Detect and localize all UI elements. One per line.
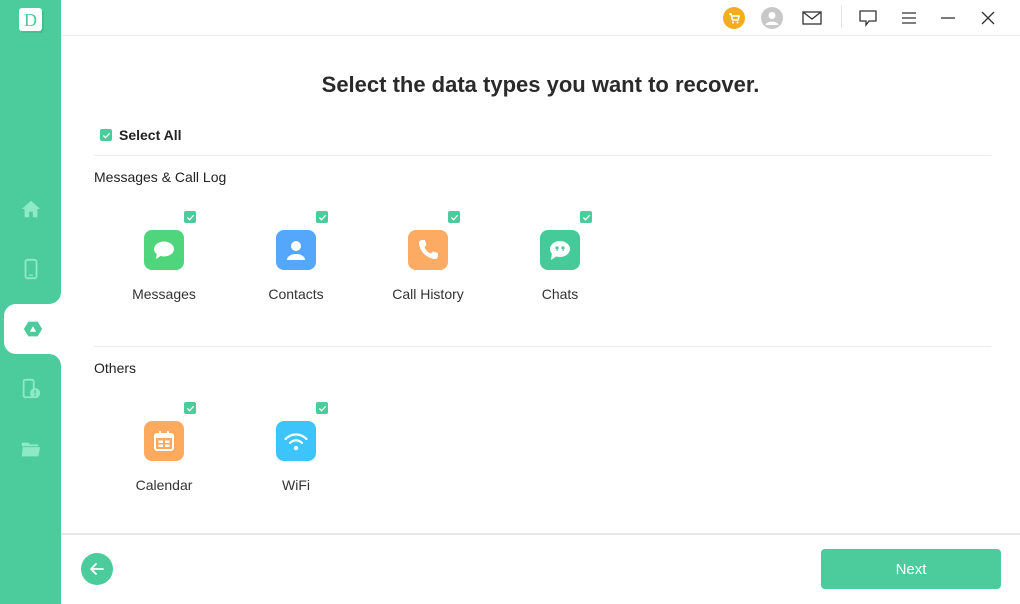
check-icon <box>102 132 110 139</box>
sidebar-item-phone[interactable] <box>0 244 61 294</box>
data-type-messages[interactable]: Messages <box>104 211 224 321</box>
person-icon <box>287 241 305 260</box>
check-icon <box>186 214 194 221</box>
check-icon <box>318 214 326 221</box>
check-icon <box>582 214 590 221</box>
sidebar: D <box>0 0 61 604</box>
close-icon <box>981 11 995 25</box>
message-bubble-icon <box>154 241 174 259</box>
app-window: D Select the data types you want to reco… <box>0 0 1020 604</box>
select-all-checkbox[interactable]: Select All <box>100 127 182 143</box>
check-icon <box>450 214 458 221</box>
chat-quote-icon <box>550 241 570 260</box>
contacts-checkbox[interactable] <box>316 211 328 223</box>
call-history-label: Call History <box>392 286 464 302</box>
data-type-calendar[interactable]: Calendar <box>104 402 224 512</box>
arrow-left-icon <box>90 563 104 575</box>
back-button[interactable] <box>81 553 113 585</box>
home-icon <box>21 200 40 218</box>
checkbox-checked[interactable] <box>100 129 112 141</box>
feedback-icon <box>859 10 877 27</box>
toolbar-divider <box>841 6 842 28</box>
messages-icon-box <box>144 230 184 270</box>
next-button[interactable]: Next <box>821 549 1001 589</box>
call-history-checkbox[interactable] <box>448 211 460 223</box>
wifi-icon <box>284 433 308 451</box>
contacts-icon-box <box>276 230 316 270</box>
minimize-button[interactable] <box>936 6 960 30</box>
sidebar-item-phone-alert[interactable] <box>0 364 61 414</box>
cart-icon <box>723 7 745 29</box>
check-icon <box>186 405 194 412</box>
wifi-icon-box <box>276 421 316 461</box>
logo-letter: D <box>24 9 37 30</box>
footer-divider <box>61 533 1020 535</box>
data-type-wifi[interactable]: WiFi <box>236 402 356 512</box>
feedback-button[interactable] <box>856 6 880 30</box>
section-label-others: Others <box>94 360 137 376</box>
chats-checkbox[interactable] <box>580 211 592 223</box>
contacts-label: Contacts <box>268 286 324 302</box>
phone-icon <box>24 258 37 280</box>
app-logo: D <box>19 8 42 31</box>
chats-label: Chats <box>541 286 579 302</box>
check-icon <box>318 405 326 412</box>
divider <box>94 155 991 156</box>
calendar-icon <box>154 431 174 451</box>
account-button[interactable] <box>760 6 784 30</box>
sidebar-item-folder[interactable] <box>0 424 61 474</box>
wifi-label: WiFi <box>282 477 310 493</box>
divider <box>94 346 991 347</box>
data-type-call-history[interactable]: Call History <box>368 211 488 321</box>
calendar-checkbox[interactable] <box>184 402 196 414</box>
menu-button[interactable] <box>897 6 921 30</box>
phone-handset-icon <box>418 240 438 260</box>
messages-checkbox[interactable] <box>184 211 196 223</box>
chats-icon-box <box>540 230 580 270</box>
calendar-icon-box <box>144 421 184 461</box>
close-button[interactable] <box>976 6 1000 30</box>
cart-button[interactable] <box>722 6 746 30</box>
data-type-contacts[interactable]: Contacts <box>236 211 356 321</box>
wifi-checkbox[interactable] <box>316 402 328 414</box>
mail-button[interactable] <box>800 6 824 30</box>
folder-icon <box>21 442 40 457</box>
sidebar-item-google-drive[interactable] <box>4 304 61 354</box>
section-label-messages-call-log: Messages & Call Log <box>94 169 227 185</box>
page-title: Select the data types you want to recove… <box>321 72 760 97</box>
call-history-icon-box <box>408 230 448 270</box>
minimize-icon <box>941 17 955 19</box>
messages-label: Messages <box>132 286 196 302</box>
mail-icon <box>802 11 822 25</box>
menu-icon <box>902 12 916 24</box>
phone-alert-icon <box>22 378 40 399</box>
calendar-label: Calendar <box>135 477 193 493</box>
data-type-chats[interactable]: Chats <box>500 211 620 321</box>
sidebar-item-home[interactable] <box>0 184 61 234</box>
user-icon <box>761 7 783 29</box>
google-drive-icon <box>23 321 42 337</box>
select-all-label: Select All <box>119 127 182 143</box>
